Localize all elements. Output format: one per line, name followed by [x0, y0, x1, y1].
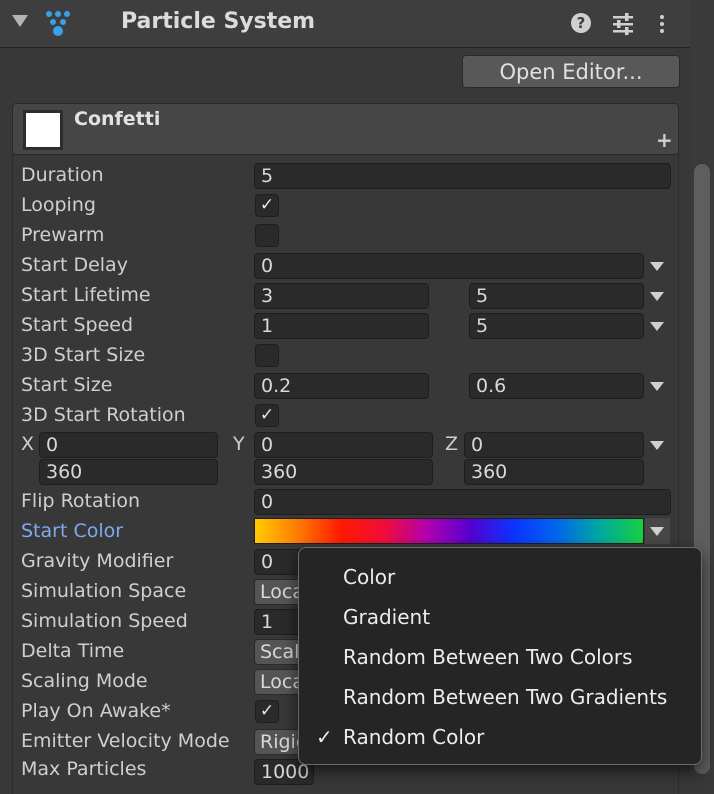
start-color-label: Start Color	[21, 520, 124, 542]
start-color-mode-menu: Color Gradient Random Between Two Colors…	[298, 547, 702, 765]
rotation-x-max-field[interactable]: 360	[39, 459, 218, 485]
start-speed-max-field[interactable]: 5	[469, 313, 644, 339]
start-speed-mode-dropdown-icon[interactable]	[650, 322, 664, 331]
emitter-velocity-mode-label: Emitter Velocity Mode	[21, 730, 230, 752]
start-color-mode-dropdown[interactable]	[645, 518, 670, 544]
checkmark-icon: ✓	[316, 725, 333, 749]
inspector-header: Particle System ?	[0, 0, 690, 48]
start-size-3d-checkbox[interactable]	[255, 344, 279, 367]
module-color-swatch	[23, 110, 63, 150]
rotation-mode-dropdown-icon[interactable]	[650, 441, 664, 450]
menu-item-random-two-gradients[interactable]: Random Between Two Gradients	[343, 685, 667, 709]
start-size-label: Start Size	[21, 374, 113, 396]
particle-system-icon	[46, 11, 70, 36]
rotation-x-min-field[interactable]: 0	[39, 432, 218, 458]
more-options-icon[interactable]	[653, 12, 671, 36]
chevron-down-icon	[650, 527, 664, 536]
play-on-awake-label: Play On Awake*	[21, 700, 171, 722]
start-speed-min-field[interactable]: 1	[254, 313, 429, 339]
add-module-icon[interactable]: +	[656, 128, 673, 152]
start-size-min-field[interactable]: 0.2	[254, 373, 429, 399]
prewarm-checkbox[interactable]	[255, 224, 279, 247]
menu-item-gradient[interactable]: Gradient	[343, 605, 430, 629]
start-lifetime-mode-dropdown-icon[interactable]	[650, 292, 664, 301]
rotation-y-label: Y	[233, 433, 245, 455]
help-icon[interactable]: ?	[571, 13, 591, 33]
start-delay-field[interactable]: 0	[254, 253, 644, 279]
component-title: Particle System	[121, 9, 316, 34]
menu-item-random-color[interactable]: Random Color	[343, 725, 484, 749]
presets-icon[interactable]	[611, 12, 635, 36]
start-lifetime-label: Start Lifetime	[21, 284, 151, 306]
delta-time-label: Delta Time	[21, 640, 125, 662]
simulation-speed-label: Simulation Speed	[21, 610, 188, 632]
start-lifetime-min-field[interactable]: 3	[254, 283, 429, 309]
flip-rotation-field[interactable]: 0	[254, 489, 671, 515]
open-editor-button[interactable]: Open Editor...	[462, 55, 680, 88]
start-lifetime-max-field[interactable]: 5	[469, 283, 644, 309]
simulation-space-label: Simulation Space	[21, 580, 187, 602]
rotation-y-max-field[interactable]: 360	[254, 459, 433, 485]
start-rotation-3d-checkbox[interactable]: ✓	[255, 404, 279, 427]
start-color-gradient-field[interactable]	[254, 518, 644, 544]
start-size-max-field[interactable]: 0.6	[469, 373, 644, 399]
looping-label: Looping	[21, 194, 96, 216]
duration-label: Duration	[21, 164, 104, 186]
rotation-y-min-field[interactable]: 0	[254, 432, 433, 458]
scaling-mode-label: Scaling Mode	[21, 670, 148, 692]
rotation-z-max-field[interactable]: 360	[464, 459, 644, 485]
module-name: Confetti	[74, 108, 161, 130]
start-delay-label: Start Delay	[21, 254, 128, 276]
rotation-x-label: X	[21, 433, 35, 455]
start-size-mode-dropdown-icon[interactable]	[650, 382, 664, 391]
flip-rotation-label: Flip Rotation	[21, 490, 141, 512]
rotation-z-min-field[interactable]: 0	[464, 432, 644, 458]
prewarm-label: Prewarm	[21, 224, 105, 246]
main-module-header[interactable]: Confetti +	[12, 103, 679, 155]
duration-field[interactable]: 5	[254, 163, 671, 189]
play-on-awake-checkbox[interactable]: ✓	[255, 700, 279, 723]
start-size-3d-label: 3D Start Size	[21, 344, 146, 366]
start-delay-mode-dropdown-icon[interactable]	[650, 262, 664, 271]
max-particles-label: Max Particles	[21, 758, 147, 780]
gravity-modifier-label: Gravity Modifier	[21, 550, 174, 572]
looping-checkbox[interactable]: ✓	[255, 194, 279, 217]
menu-item-color[interactable]: Color	[343, 565, 395, 589]
rotation-z-label: Z	[445, 433, 459, 455]
menu-item-random-two-colors[interactable]: Random Between Two Colors	[343, 645, 633, 669]
chevron-down-icon[interactable]	[12, 15, 28, 27]
start-speed-label: Start Speed	[21, 314, 134, 336]
start-rotation-3d-label: 3D Start Rotation	[21, 404, 186, 426]
